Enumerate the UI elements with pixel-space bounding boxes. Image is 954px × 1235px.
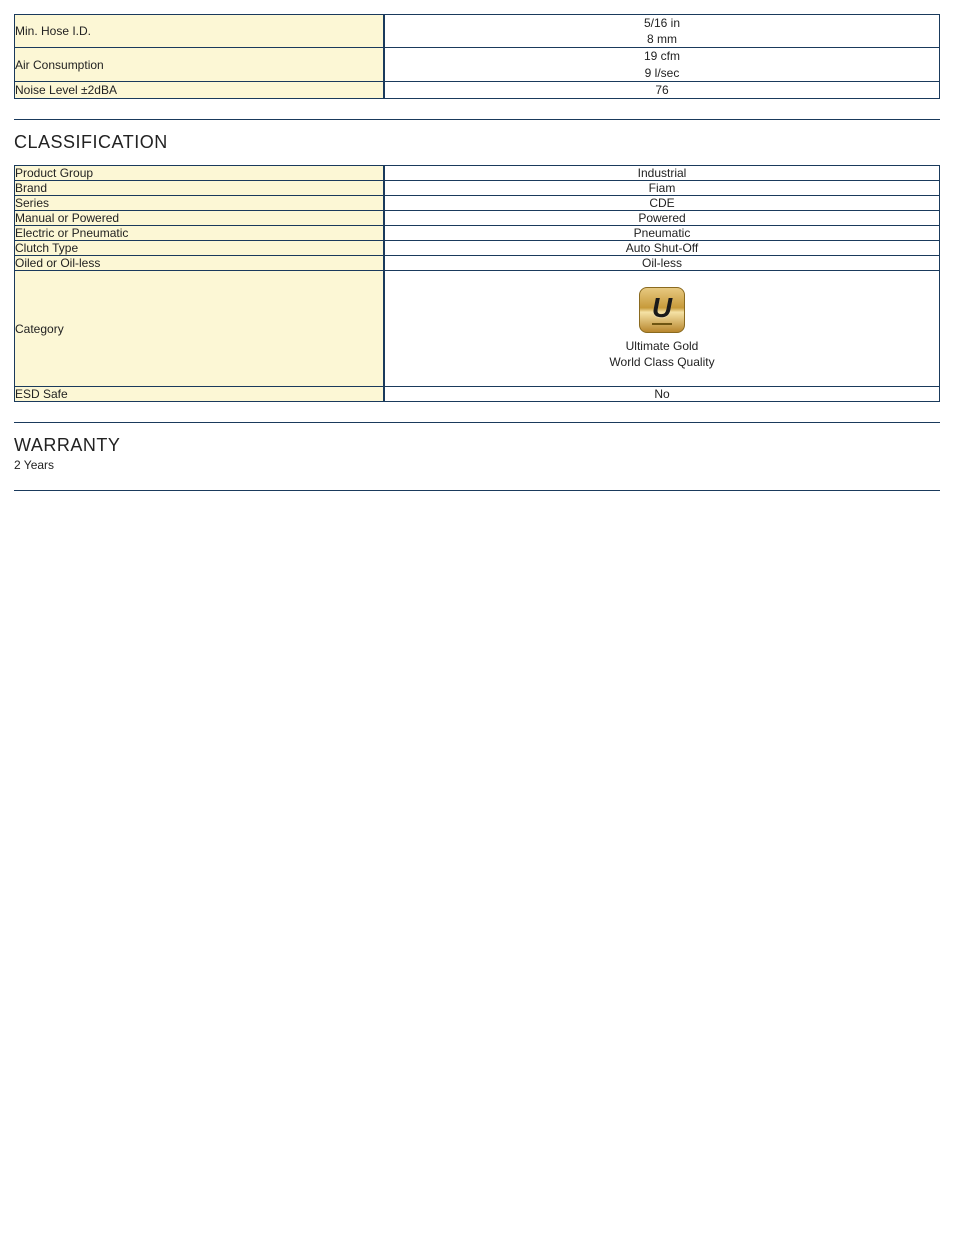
classification-heading: CLASSIFICATION xyxy=(14,132,940,153)
table-row: Air Consumption19 cfm9 l/sec xyxy=(14,48,940,81)
classification-label: Series xyxy=(14,196,384,211)
spec-label: Air Consumption xyxy=(14,48,384,81)
top-specs-table: Min. Hose I.D.5/16 in8 mmAir Consumption… xyxy=(14,14,940,99)
classification-label: ESD Safe xyxy=(14,387,384,402)
table-row: Min. Hose I.D.5/16 in8 mm xyxy=(14,14,940,48)
ultimate-gold-icon: U xyxy=(639,287,685,333)
classification-table: Product GroupIndustrialBrandFiamSeriesCD… xyxy=(14,165,940,402)
spec-label: Noise Level ±2dBA xyxy=(14,82,384,99)
spec-value-line: 9 l/sec xyxy=(385,65,939,81)
classification-value: No xyxy=(384,387,940,402)
table-row: Clutch TypeAuto Shut-Off xyxy=(14,241,940,256)
classification-value: Pneumatic xyxy=(384,226,940,241)
section-divider xyxy=(14,422,940,423)
spec-value: 19 cfm9 l/sec xyxy=(384,48,940,81)
spec-value: 76 xyxy=(384,82,940,99)
section-divider xyxy=(14,490,940,491)
spec-value-line: 5/16 in xyxy=(385,15,939,31)
classification-value: Fiam xyxy=(384,181,940,196)
warranty-block: WARRANTY 2 Years xyxy=(14,435,940,472)
warranty-text: 2 Years xyxy=(14,458,940,472)
warranty-heading: WARRANTY xyxy=(14,435,940,456)
classification-label: Product Group xyxy=(14,165,384,181)
classification-value: Industrial xyxy=(384,165,940,181)
spec-label: Min. Hose I.D. xyxy=(14,14,384,48)
table-row: Category U Ultimate GoldWorld Class Qualit… xyxy=(14,271,940,387)
table-row: Noise Level ±2dBA76 xyxy=(14,82,940,99)
classification-label: Manual or Powered xyxy=(14,211,384,226)
classification-value: Auto Shut-Off xyxy=(384,241,940,256)
badge-letter: U xyxy=(652,294,672,325)
table-row: BrandFiam xyxy=(14,181,940,196)
table-row: Manual or PoweredPowered xyxy=(14,211,940,226)
table-row: Electric or PneumaticPneumatic xyxy=(14,226,940,241)
category-badge-wrap: U Ultimate GoldWorld Class Quality xyxy=(395,287,929,370)
spec-value-line: 19 cfm xyxy=(385,48,939,64)
section-divider xyxy=(14,119,940,120)
badge-caption-line: Ultimate Gold xyxy=(609,339,714,355)
classification-value: CDE xyxy=(384,196,940,211)
classification-value: Powered xyxy=(384,211,940,226)
classification-value: Oil-less xyxy=(384,256,940,271)
table-row: SeriesCDE xyxy=(14,196,940,211)
classification-label: Brand xyxy=(14,181,384,196)
badge-caption-line: World Class Quality xyxy=(609,355,714,371)
table-row: ESD SafeNo xyxy=(14,387,940,402)
classification-value: U Ultimate GoldWorld Class Quality xyxy=(384,271,940,387)
classification-label: Oiled or Oil-less xyxy=(14,256,384,271)
classification-label: Electric or Pneumatic xyxy=(14,226,384,241)
classification-label: Category xyxy=(14,271,384,387)
table-row: Oiled or Oil-lessOil-less xyxy=(14,256,940,271)
spec-value-line: 76 xyxy=(385,82,939,98)
table-row: Product GroupIndustrial xyxy=(14,165,940,181)
spec-value-line: 8 mm xyxy=(385,31,939,47)
badge-caption: Ultimate GoldWorld Class Quality xyxy=(609,339,714,370)
classification-label: Clutch Type xyxy=(14,241,384,256)
spec-value: 5/16 in8 mm xyxy=(384,14,940,48)
